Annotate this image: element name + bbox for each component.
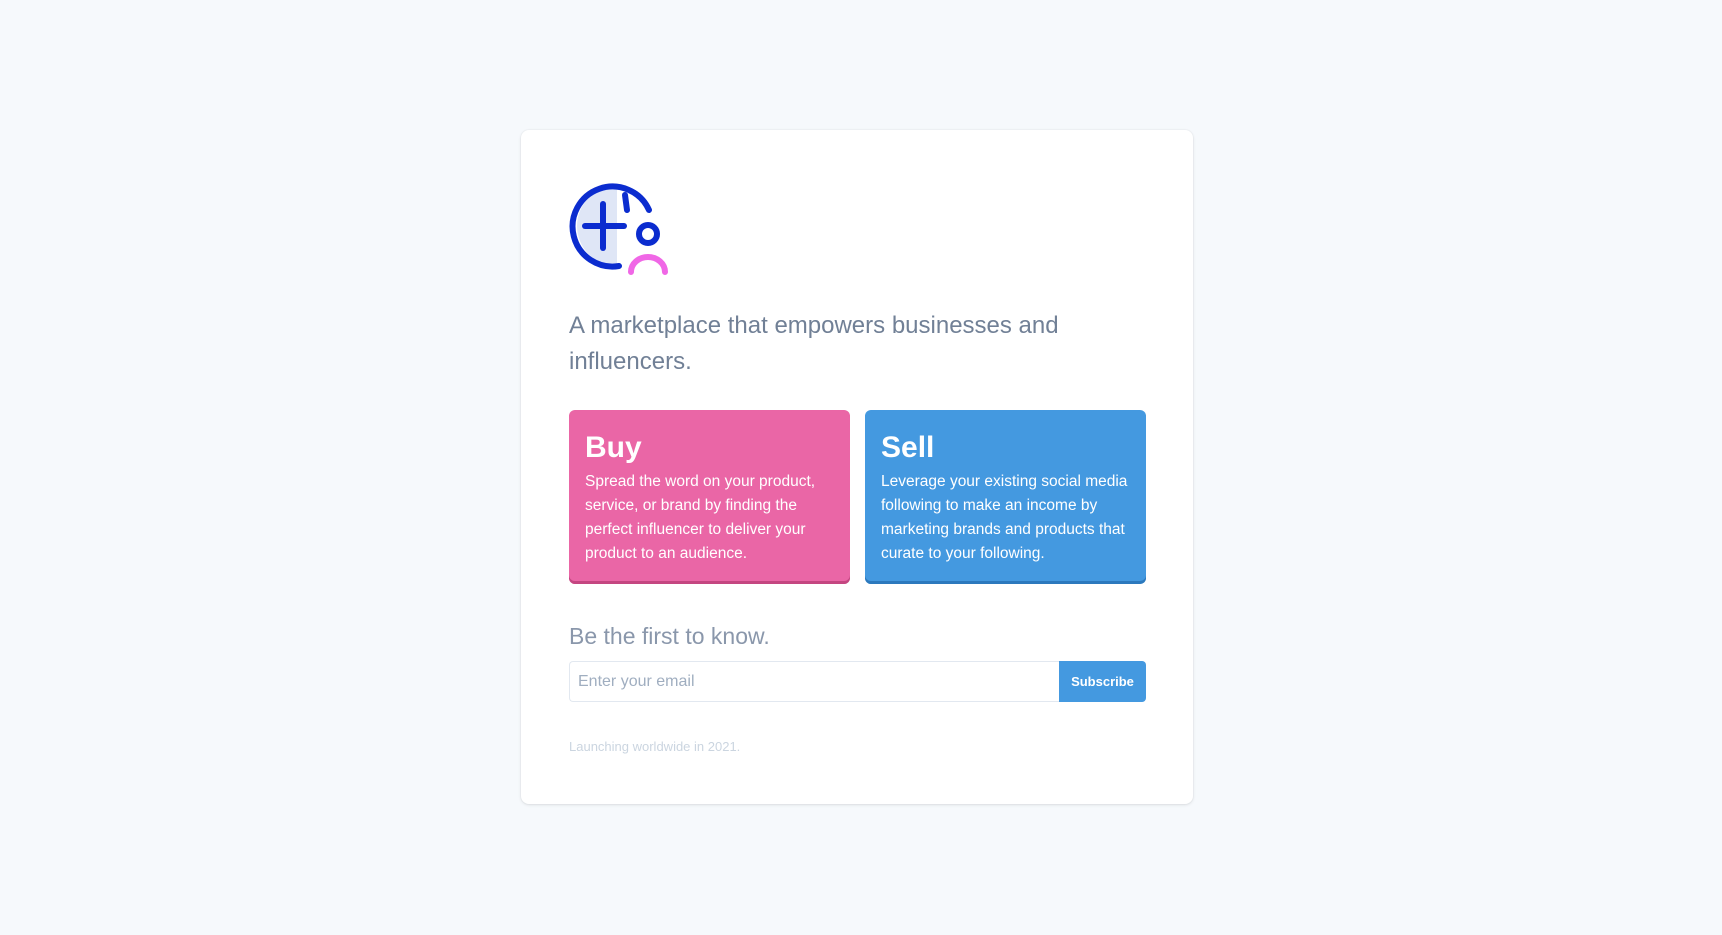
- sell-tile-description: Leverage your existing social media foll…: [881, 473, 1128, 562]
- email-input[interactable]: [569, 661, 1059, 702]
- buy-tile[interactable]: Buy Spread the word on your product, ser…: [569, 410, 850, 584]
- buy-tile-title: Buy: [585, 431, 642, 464]
- subscribe-form: Subscribe: [569, 661, 1146, 702]
- landing-card: A marketplace that empowers businesses a…: [521, 130, 1193, 804]
- tagline: A marketplace that empowers businesses a…: [569, 312, 1059, 375]
- sell-tile-title: Sell: [881, 431, 935, 464]
- sell-tile[interactable]: Sell Leverage your existing social media…: [865, 410, 1146, 584]
- globe-person-logo-icon: [569, 183, 668, 275]
- buy-tile-description: Spread the word on your product, service…: [585, 473, 816, 562]
- subscribe-button[interactable]: Subscribe: [1059, 661, 1146, 702]
- notify-heading: Be the first to know.: [569, 623, 770, 649]
- launch-footnote: Launching worldwide in 2021.: [569, 739, 741, 754]
